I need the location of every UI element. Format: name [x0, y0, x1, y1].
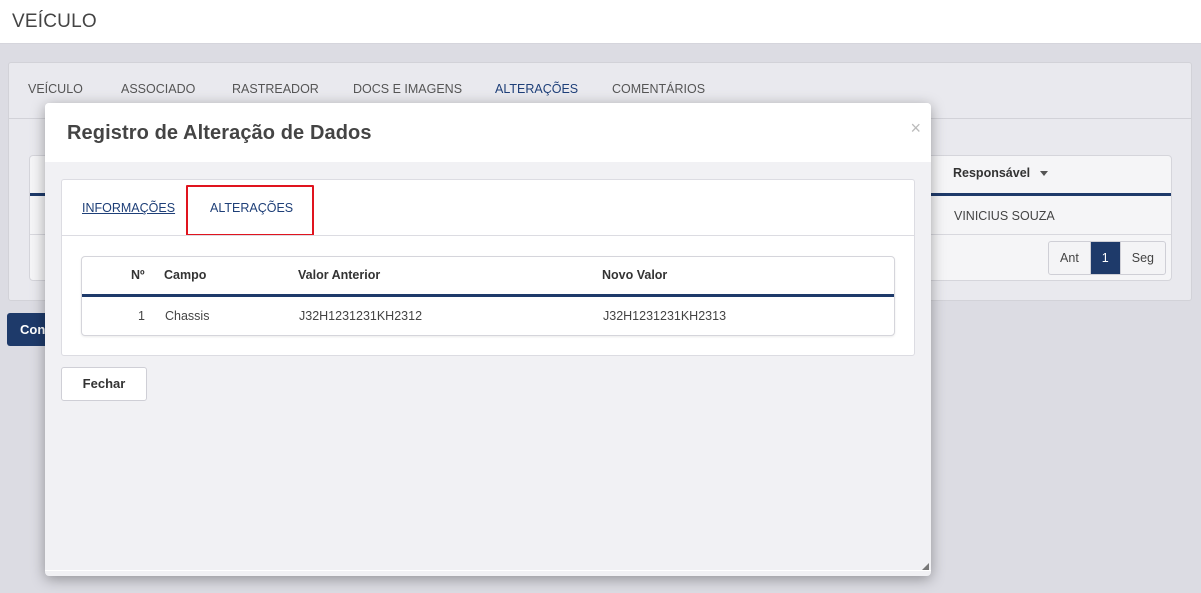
- fechar-button[interactable]: Fechar: [61, 367, 147, 401]
- tab-rastreador[interactable]: RASTREADOR: [232, 82, 319, 96]
- tab-alteracoes[interactable]: ALTERAÇÕES: [495, 82, 578, 96]
- pager-next-button[interactable]: Seg: [1119, 242, 1165, 274]
- tab-associado[interactable]: ASSOCIADO: [121, 82, 195, 96]
- resize-handle-icon[interactable]: [922, 563, 929, 570]
- responsavel-column-header[interactable]: Responsável: [953, 166, 1049, 180]
- tab-alteracoes-modal[interactable]: ALTERAÇÕES: [210, 201, 293, 215]
- pagination: Ant 1 Seg: [1048, 241, 1166, 275]
- pager-prev-button[interactable]: Ant: [1049, 242, 1090, 274]
- cell-novo-valor: J32H1231231KH2313: [603, 309, 727, 323]
- sort-caret-icon: [1040, 171, 1049, 177]
- cell-valor-anterior: J32H1231231KH2312: [299, 309, 423, 323]
- cell-numero: 1: [138, 309, 145, 323]
- column-header-numero: Nº: [131, 268, 145, 282]
- modal-header: Registro de Alteração de Dados ×: [45, 103, 931, 162]
- column-header-valor-anterior: Valor Anterior: [298, 268, 381, 282]
- change-log-modal: Registro de Alteração de Dados × INFORMA…: [45, 103, 931, 576]
- page-title: VEÍCULO: [12, 11, 97, 32]
- tab-veiculo[interactable]: VEÍCULO: [28, 82, 83, 96]
- table-header-divider: [82, 294, 894, 297]
- modal-title: Registro de Alteração de Dados: [67, 122, 372, 144]
- responsavel-cell: VINICIUS SOUZA: [954, 209, 1055, 223]
- column-header-novo-valor: Novo Valor: [602, 268, 668, 282]
- modal-footer-divider: [45, 570, 931, 571]
- page-header: VEÍCULO: [0, 0, 1201, 44]
- tab-informacoes[interactable]: INFORMAÇÕES: [82, 201, 175, 215]
- close-icon[interactable]: ×: [910, 118, 921, 139]
- responsavel-header-label: Responsável: [953, 166, 1031, 180]
- tab-comentarios[interactable]: COMENTÁRIOS: [612, 82, 705, 96]
- pager-page-button[interactable]: 1: [1089, 242, 1120, 274]
- column-header-campo: Campo: [164, 268, 207, 282]
- tab-docs-e-imagens[interactable]: DOCS E IMAGENS: [353, 82, 462, 96]
- tabs-divider: [62, 235, 914, 236]
- changes-detail-table: Nº Campo Valor Anterior Novo Valor 1 Cha…: [81, 256, 895, 336]
- cell-campo: Chassis: [165, 309, 210, 323]
- modal-tab-panel: INFORMAÇÕES ALTERAÇÕES Nº Campo Valor An…: [61, 179, 915, 356]
